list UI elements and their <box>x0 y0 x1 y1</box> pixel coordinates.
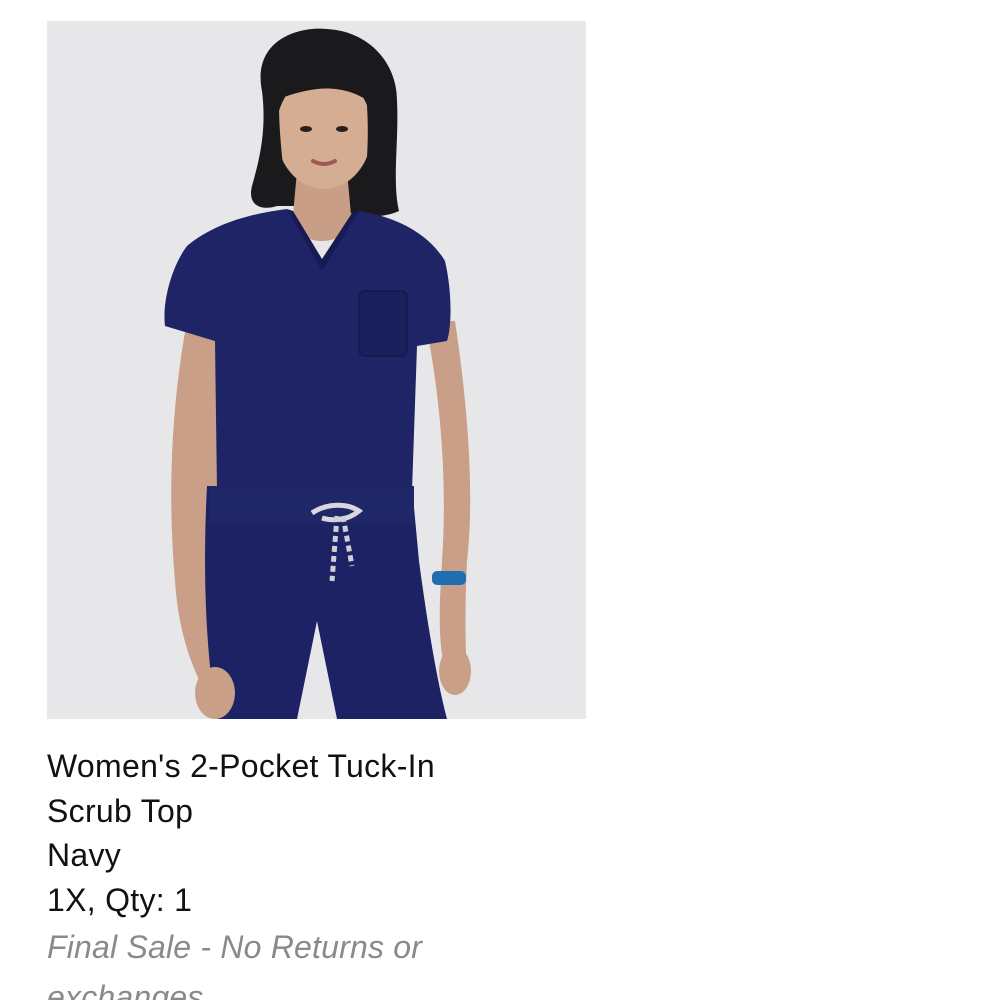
product-photo-illustration <box>47 21 586 719</box>
product-color: Navy <box>47 837 122 873</box>
order-item-card: Women's 2-Pocket Tuck-In Scrub Top Navy … <box>0 0 1000 1000</box>
product-details: Women's 2-Pocket Tuck-In Scrub Top Navy … <box>47 744 567 1000</box>
product-size-qty: 1X, Qty: 1 <box>47 881 193 918</box>
final-sale-notice: Final Sale - No Returns or exchanges <box>47 929 423 1000</box>
product-title[interactable]: Women's 2-Pocket Tuck-In Scrub Top <box>47 744 517 833</box>
product-image[interactable] <box>47 21 586 719</box>
product-title-wrap: Women's 2-Pocket Tuck-In Scrub Top <box>47 744 517 833</box>
